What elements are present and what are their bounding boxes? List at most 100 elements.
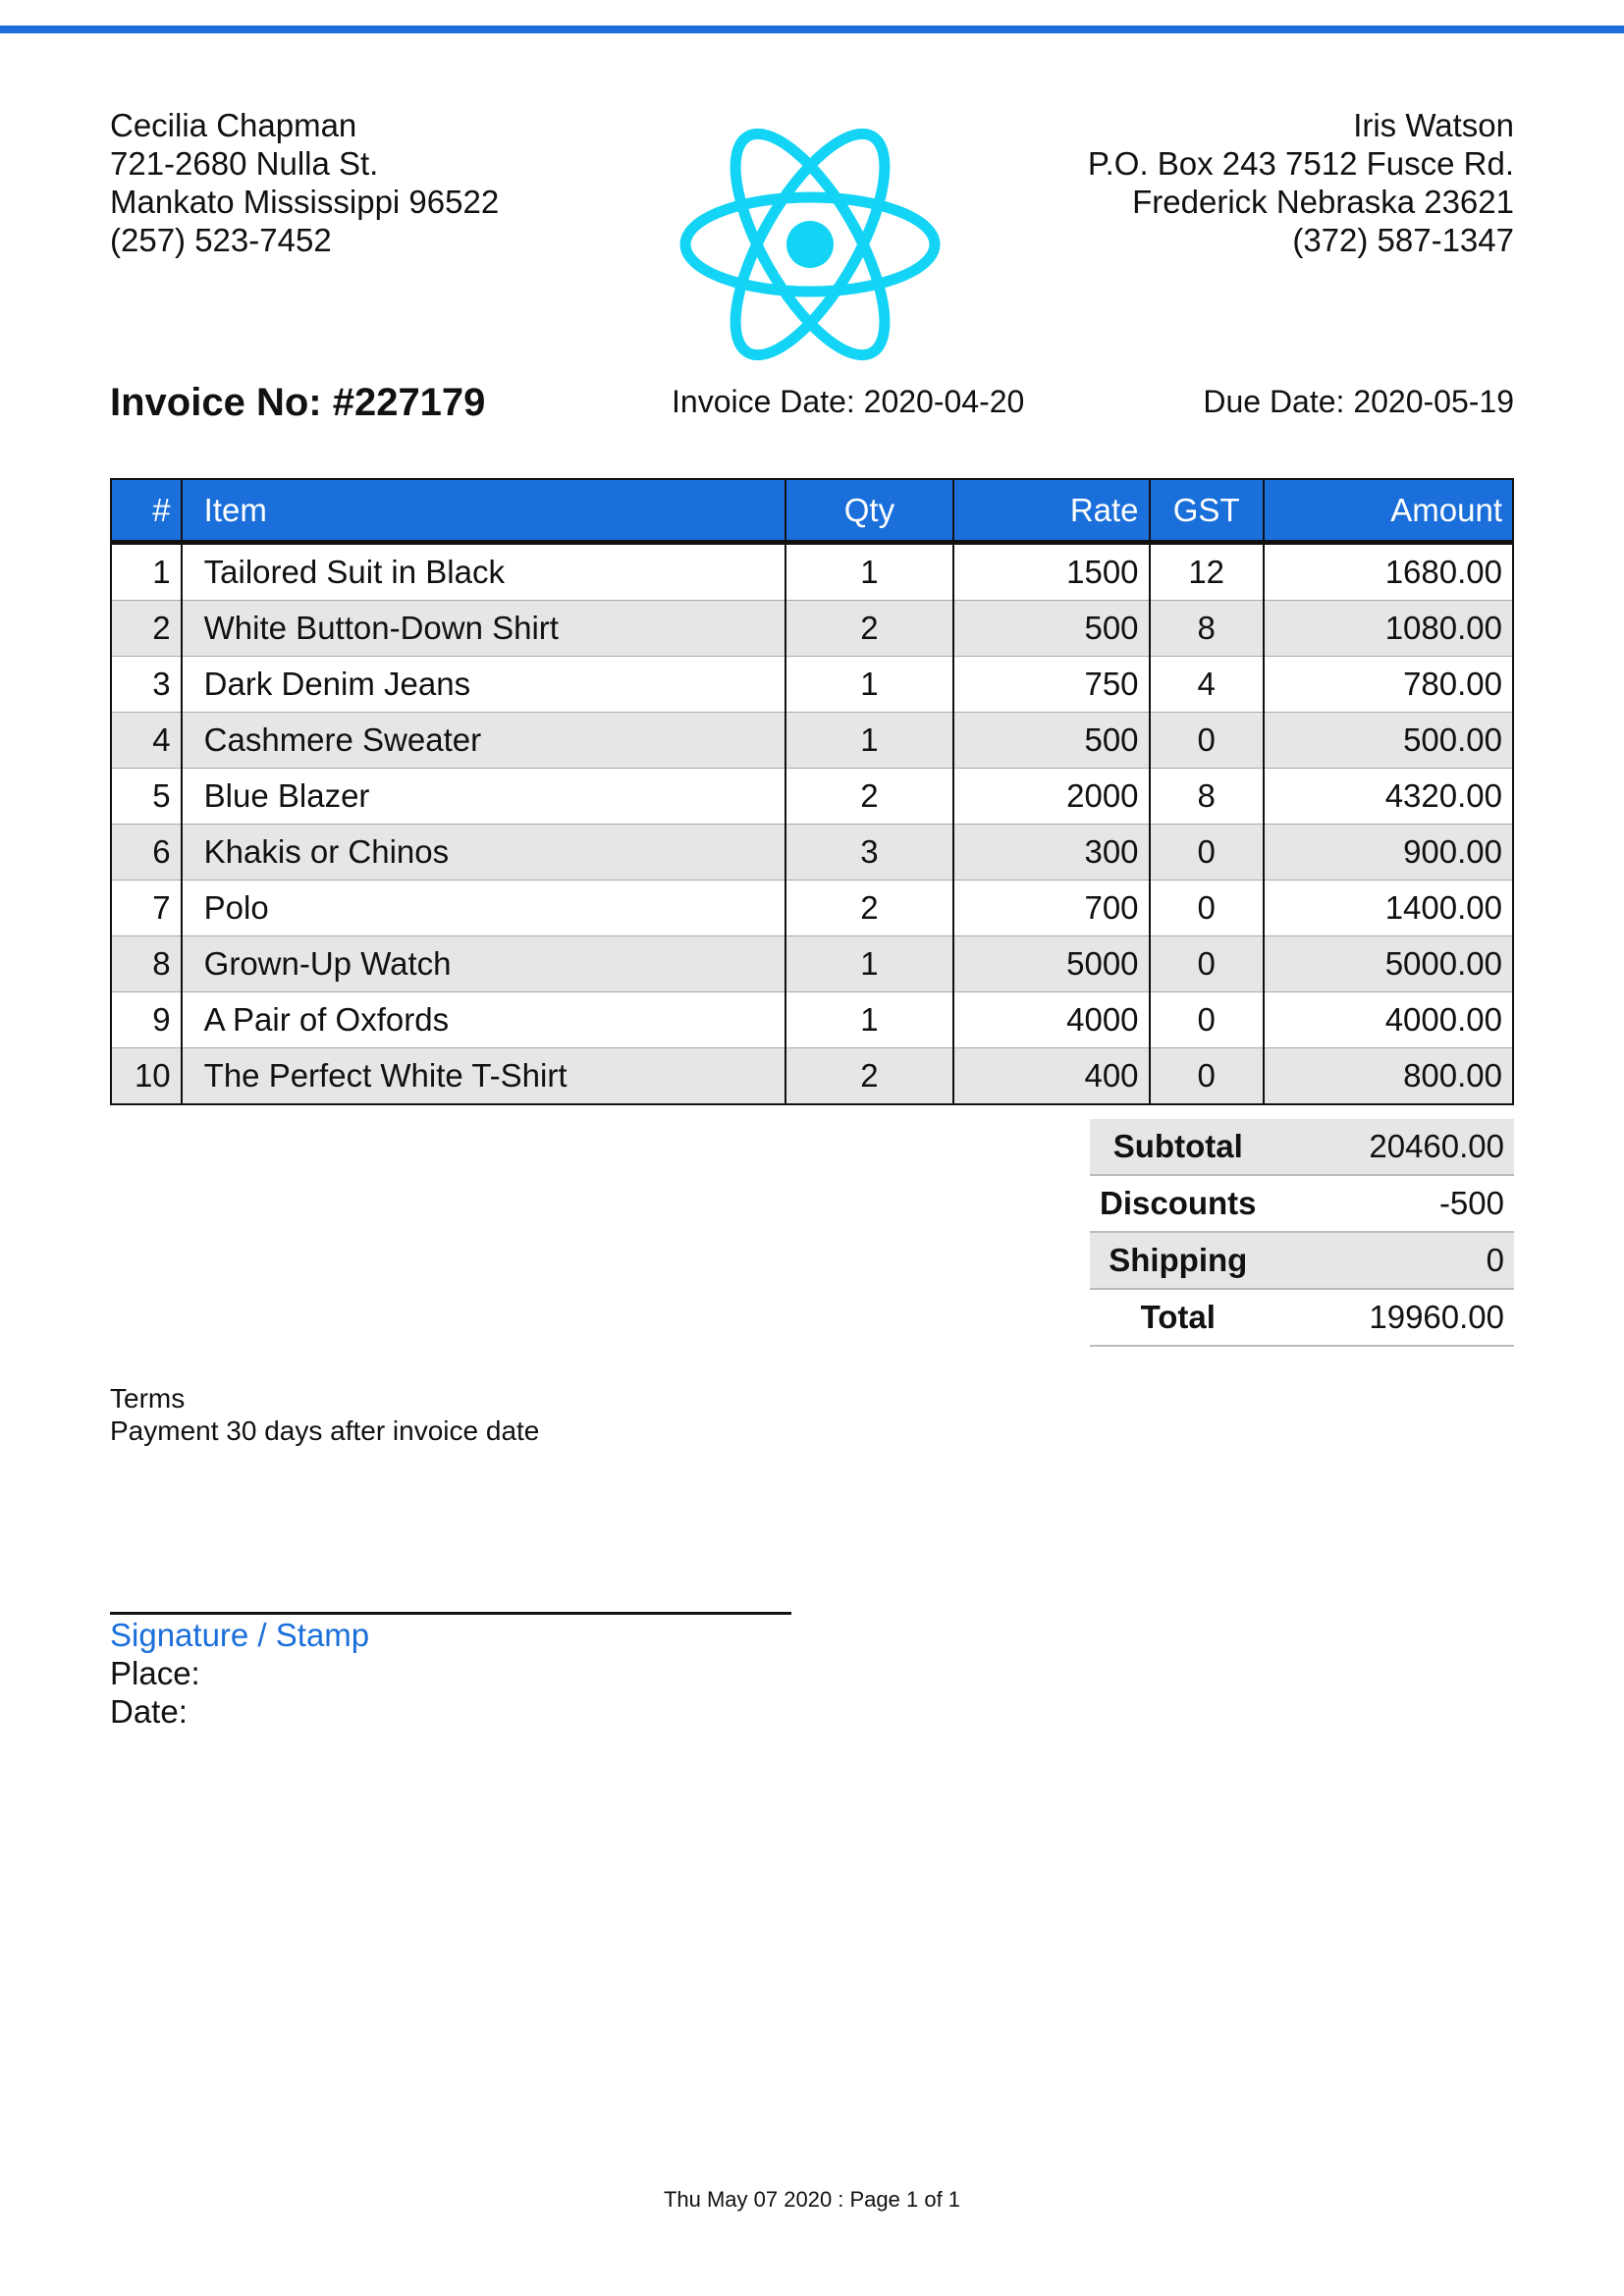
table-row: 4 Cashmere Sweater 1 500 0 500.00: [110, 712, 1515, 769]
recipient-street: P.O. Box 243 7512 Fusce Rd.: [1087, 145, 1514, 182]
recipient-phone: (372) 587-1347: [1292, 222, 1514, 258]
row-qty: 2: [784, 880, 955, 936]
col-header-item: Item: [180, 478, 786, 545]
row-rate: 750: [952, 656, 1151, 713]
line-items-table: # Item Qty Rate GST Amount 1 Tailored Su…: [110, 478, 1515, 1105]
row-item: Khakis or Chinos: [180, 824, 786, 881]
sender-street: 721-2680 Nulla St.: [110, 145, 379, 182]
total-label: Total: [1090, 1289, 1267, 1347]
total-value: 19960.00: [1266, 1289, 1514, 1347]
row-item: A Pair of Oxfords: [180, 991, 786, 1048]
subtotal-row: Subtotal 20460.00: [1090, 1119, 1514, 1176]
row-number: 4: [110, 712, 183, 769]
row-number: 5: [110, 768, 183, 825]
col-header-gst: GST: [1148, 478, 1265, 545]
row-rate: 700: [952, 880, 1151, 936]
row-gst: 0: [1148, 991, 1265, 1048]
recipient-address: Iris Watson P.O. Box 243 7512 Fusce Rd. …: [1088, 106, 1514, 259]
row-item: Grown-Up Watch: [180, 935, 786, 992]
shipping-value: 0: [1266, 1232, 1514, 1290]
totals-table: Subtotal 20460.00 Discounts -500 Shippin…: [1090, 1119, 1514, 1347]
row-rate: 2000: [952, 768, 1151, 825]
terms-title: Terms: [110, 1383, 186, 1414]
discounts-row: Discounts -500: [1090, 1175, 1514, 1233]
col-header-qty: Qty: [784, 478, 955, 545]
row-qty: 2: [784, 1047, 955, 1105]
row-number: 6: [110, 824, 183, 881]
row-amount: 780.00: [1262, 656, 1515, 713]
table-row: 5 Blue Blazer 2 2000 8 4320.00: [110, 768, 1515, 825]
col-header-amount: Amount: [1262, 478, 1515, 545]
signature-place: Place:: [110, 1655, 200, 1691]
table-row: 3 Dark Denim Jeans 1 750 4 780.00: [110, 656, 1515, 713]
row-qty: 1: [784, 712, 955, 769]
sender-address: Cecilia Chapman 721-2680 Nulla St. Manka…: [110, 106, 499, 259]
table-row: 7 Polo 2 700 0 1400.00: [110, 880, 1515, 936]
row-rate: 300: [952, 824, 1151, 881]
subtotal-value: 20460.00: [1266, 1119, 1514, 1176]
row-qty: 1: [784, 991, 955, 1048]
signature-line: [110, 1612, 791, 1615]
table-row: 8 Grown-Up Watch 1 5000 0 5000.00: [110, 935, 1515, 992]
row-number: 9: [110, 991, 183, 1048]
row-amount: 900.00: [1262, 824, 1515, 881]
row-item: Cashmere Sweater: [180, 712, 786, 769]
recipient-city: Frederick Nebraska 23621: [1132, 184, 1514, 220]
row-item: The Perfect White T-Shirt: [180, 1047, 786, 1105]
invoice-date: Invoice Date: 2020-04-20: [672, 384, 1025, 419]
row-gst: 0: [1148, 1047, 1265, 1105]
row-gst: 8: [1148, 768, 1265, 825]
row-gst: 12: [1148, 542, 1265, 601]
total-row: Total 19960.00: [1090, 1289, 1514, 1347]
row-amount: 800.00: [1262, 1047, 1515, 1105]
col-header-number: #: [110, 478, 183, 545]
terms-section: Terms Payment 30 days after invoice date: [110, 1382, 539, 1447]
row-number: 2: [110, 600, 183, 657]
row-rate: 1500: [952, 542, 1151, 601]
signature-date: Date:: [110, 1693, 188, 1730]
row-item: White Button-Down Shirt: [180, 600, 786, 657]
sender-name: Cecilia Chapman: [110, 107, 357, 143]
table-row: 9 A Pair of Oxfords 1 4000 0 4000.00: [110, 991, 1515, 1048]
row-rate: 5000: [952, 935, 1151, 992]
react-atom-icon: [679, 128, 941, 361]
row-number: 3: [110, 656, 183, 713]
due-date: Due Date: 2020-05-19: [1203, 384, 1514, 419]
row-amount: 1680.00: [1262, 542, 1515, 601]
top-accent-bar: [0, 26, 1624, 33]
row-rate: 500: [952, 600, 1151, 657]
discounts-value: -500: [1266, 1175, 1514, 1233]
row-qty: 2: [784, 600, 955, 657]
table-header-row: # Item Qty Rate GST Amount: [110, 478, 1515, 545]
row-item: Tailored Suit in Black: [180, 542, 786, 601]
row-item: Blue Blazer: [180, 768, 786, 825]
row-gst: 0: [1148, 712, 1265, 769]
table-row: 2 White Button-Down Shirt 2 500 8 1080.0…: [110, 600, 1515, 657]
subtotal-label: Subtotal: [1090, 1119, 1267, 1176]
row-rate: 500: [952, 712, 1151, 769]
table-row: 6 Khakis or Chinos 3 300 0 900.00: [110, 824, 1515, 881]
row-number: 7: [110, 880, 183, 936]
invoice-number: Invoice No: #227179: [110, 381, 486, 424]
row-amount: 5000.00: [1262, 935, 1515, 992]
discounts-label: Discounts: [1090, 1175, 1267, 1233]
row-qty: 1: [784, 542, 955, 601]
row-amount: 1080.00: [1262, 600, 1515, 657]
row-amount: 4000.00: [1262, 991, 1515, 1048]
table-row: 1 Tailored Suit in Black 1 1500 12 1680.…: [110, 542, 1515, 601]
terms-text: Payment 30 days after invoice date: [110, 1415, 540, 1446]
row-gst: 0: [1148, 880, 1265, 936]
row-amount: 1400.00: [1262, 880, 1515, 936]
row-gst: 0: [1148, 935, 1265, 992]
row-qty: 3: [784, 824, 955, 881]
sender-phone: (257) 523-7452: [110, 222, 332, 258]
row-gst: 4: [1148, 656, 1265, 713]
row-item: Dark Denim Jeans: [180, 656, 786, 713]
sender-city: Mankato Mississippi 96522: [110, 184, 500, 220]
row-amount: 500.00: [1262, 712, 1515, 769]
row-number: 1: [110, 542, 183, 601]
col-header-rate: Rate: [952, 478, 1151, 545]
signature-title: Signature / Stamp: [110, 1617, 370, 1653]
table-row: 10 The Perfect White T-Shirt 2 400 0 800…: [110, 1047, 1515, 1105]
row-gst: 0: [1148, 824, 1265, 881]
